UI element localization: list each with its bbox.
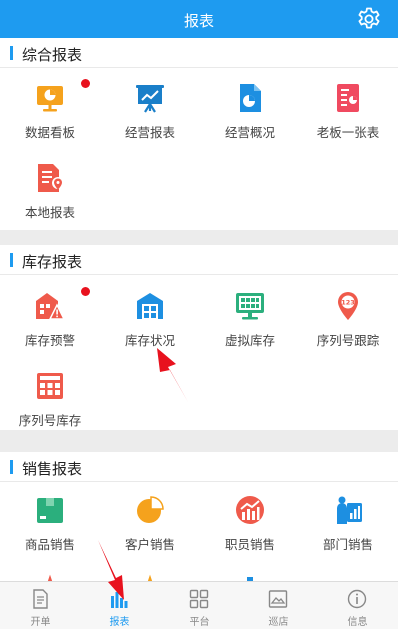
report-item-serial-tracking[interactable]: 123 序列号跟踪 (298, 290, 398, 372)
report-item-label: 商品销售 (24, 538, 75, 552)
section-title: 综合报表 (22, 47, 83, 64)
report-item-label: 经营报表 (124, 126, 175, 140)
report-item-virtual-stock[interactable]: 虚拟库存 (200, 290, 300, 372)
tab-store-patrol[interactable]: 巡店 (239, 582, 318, 629)
presentation-chart-icon (136, 85, 164, 113)
svg-text:123: 123 (341, 299, 355, 307)
reports-screen: 报表 综合报表 数据看板 经营报表 经营概况 老板一张表 本地报表 库存报表 库… (0, 0, 398, 629)
tab-label: 开单 (30, 617, 51, 628)
new-badge (81, 79, 90, 88)
dashboard-board-icon (37, 86, 63, 112)
report-item-label: 序列号跟踪 (316, 334, 380, 348)
section-comprehensive-reports: 综合报表 数据看板 经营报表 经营概况 老板一张表 本地报表 (0, 38, 398, 230)
tab-label: 平台 (189, 617, 210, 628)
serial-stock-icon (37, 373, 63, 399)
virtual-stock-icon (236, 293, 264, 320)
bottom-tab-bar: 开单 报表 平台 巡店 信息 (0, 581, 398, 629)
report-item-label: 职员销售 (224, 538, 275, 552)
tab-reports[interactable]: 报表 (80, 582, 159, 629)
report-item-label: 虚拟库存 (224, 334, 275, 348)
settings-gear-icon[interactable] (356, 6, 382, 32)
report-item-data-board[interactable]: 数据看板 (0, 79, 100, 164)
report-item-serial-stock[interactable]: 序列号库存 (0, 370, 100, 452)
report-item-business-report[interactable]: 经营报表 (100, 82, 200, 164)
section-header: 库存报表 (0, 245, 398, 275)
report-item-label: 客户销售 (124, 538, 175, 552)
serial-tracking-icon: 123 (338, 292, 358, 320)
report-item-product-sales[interactable]: 商品销售 (0, 494, 100, 576)
store-patrol-icon (268, 590, 288, 608)
report-item-department-sales[interactable]: 部门销售 (298, 494, 398, 576)
report-item-stock-warning[interactable]: 库存预警 (0, 287, 100, 372)
customer-sales-icon (137, 496, 164, 523)
report-item-business-overview[interactable]: 经营概况 (200, 82, 300, 164)
report-item-label: 序列号库存 (18, 414, 82, 428)
tab-platform[interactable]: 平台 (160, 582, 239, 629)
report-item-staff-sales[interactable]: 职员销售 (200, 494, 300, 576)
platform-grid-icon (189, 589, 209, 609)
report-bars-icon (111, 592, 128, 608)
report-item-label: 老板一张表 (316, 126, 380, 140)
report-item-local-report[interactable]: 本地报表 (0, 162, 100, 244)
report-item-label: 库存状况 (124, 334, 175, 348)
info-circle-icon (347, 589, 367, 609)
report-item-label: 本地报表 (24, 206, 75, 220)
tab-info[interactable]: 信息 (318, 582, 397, 629)
top-bar: 报表 (0, 0, 398, 38)
new-badge (81, 287, 90, 296)
report-item-label: 部门销售 (322, 538, 373, 552)
tab-order[interactable]: 开单 (1, 582, 80, 629)
order-form-icon (33, 589, 48, 609)
section-header: 综合报表 (0, 38, 398, 68)
report-item-label: 库存预警 (24, 334, 75, 348)
warehouse-warning-icon (36, 293, 66, 320)
report-item-label: 数据看板 (24, 126, 75, 140)
section-header: 销售报表 (0, 452, 398, 482)
department-sales-icon (337, 496, 362, 524)
section-accent-bar (10, 46, 13, 60)
section-accent-bar (10, 460, 13, 474)
report-item-boss-sheet[interactable]: 老板一张表 (298, 82, 398, 164)
section-title: 库存报表 (22, 254, 83, 271)
report-item-stock-status[interactable]: 库存状况 (100, 290, 200, 372)
section-title: 销售报表 (22, 461, 83, 478)
tab-label: 报表 (109, 617, 130, 628)
local-report-icon (38, 164, 64, 192)
section-inventory-reports: 库存报表 库存预警 库存状况 虚拟库存 123 序列号跟踪 序列号库存 (0, 245, 398, 430)
pie-document-icon (240, 84, 261, 112)
boss-sheet-icon (337, 84, 359, 112)
report-item-customer-sales[interactable]: 客户销售 (100, 494, 200, 576)
page-title: 报表 (183, 13, 214, 30)
warehouse-status-icon (137, 293, 163, 319)
section-sales-reports: 销售报表 商品销售 客户销售 职员销售 部门销售 (0, 452, 398, 584)
product-sales-icon (37, 498, 63, 523)
section-accent-bar (10, 253, 13, 267)
report-item-label: 经营概况 (224, 126, 275, 140)
tab-label: 信息 (347, 617, 368, 628)
tab-label: 巡店 (268, 617, 289, 628)
staff-sales-icon (236, 496, 264, 524)
